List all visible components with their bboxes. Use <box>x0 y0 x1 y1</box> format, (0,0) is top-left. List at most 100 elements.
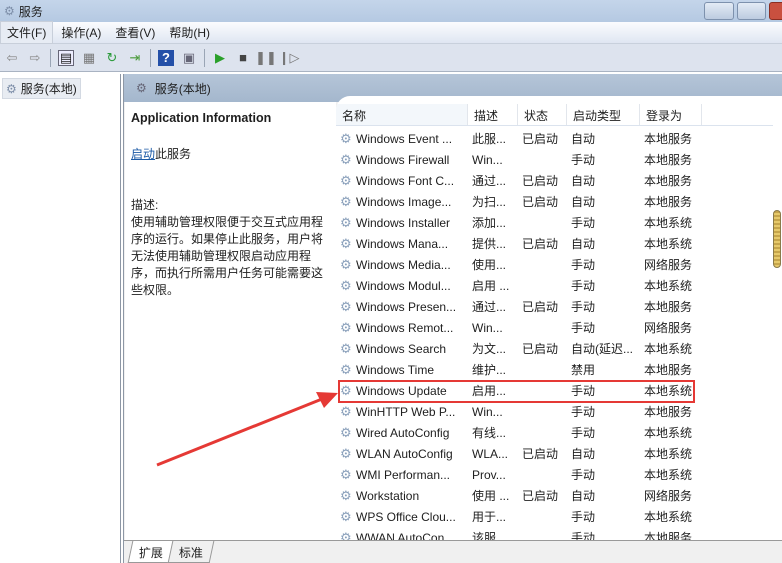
services-panel: ⚙ 服务(本地) Application Information 启动此服务 描… <box>123 74 782 563</box>
vertical-scrollbar[interactable] <box>771 96 782 540</box>
service-startup-type: 自动 <box>571 195 596 209</box>
service-startup-type: 手动 <box>571 531 596 540</box>
start-icon[interactable]: ▶ <box>212 50 228 66</box>
service-log-on-as: 本地系统 <box>644 510 693 524</box>
action-pane-icon[interactable]: ▣ <box>181 50 197 66</box>
service-row[interactable]: ⚙ Windows Installer 添加... 手动 本地系统 <box>340 212 780 233</box>
service-row[interactable]: ⚙ Windows Time 维护... 禁用 本地服务 <box>340 359 780 380</box>
column-name[interactable]: 名称 <box>336 104 468 125</box>
scrollbar-thumb[interactable] <box>773 210 781 268</box>
service-row[interactable]: ⚙ Workstation 使用 ... 已启动 自动 网络服务 <box>340 485 780 506</box>
service-description: 此服... <box>472 132 507 146</box>
service-startup-type: 自动 <box>571 489 596 503</box>
highlight-box <box>338 380 695 403</box>
service-gear-icon: ⚙ <box>340 214 352 230</box>
column-description[interactable]: 描述 <box>468 104 518 125</box>
service-status: 已启动 <box>522 174 559 188</box>
info-pane: Application Information 启动此服务 描述: 使用辅助管理… <box>125 102 336 540</box>
service-log-on-as: 本地服务 <box>644 300 693 314</box>
menu-view[interactable]: 查看(V) <box>109 22 161 43</box>
services-list: 名称 描述 状态 启动类型 登录为 ⚙ Windows Event ... 此服..… <box>336 96 782 540</box>
pause-icon[interactable]: ❚❚ <box>255 50 277 66</box>
service-startup-type: 自动 <box>571 447 596 461</box>
service-row[interactable]: ⚙ Windows Media... 使用... 手动 网络服务 <box>340 254 780 275</box>
service-startup-type: 手动 <box>571 300 596 314</box>
service-name: Windows Font C... <box>356 173 455 188</box>
service-row[interactable]: ⚙ Windows Image... 为扫... 已启动 自动 本地服务 <box>340 191 780 212</box>
service-startup-type: 手动 <box>571 321 596 335</box>
service-row[interactable]: ⚙ WPS Office Clou... 用于... 手动 本地系统 <box>340 506 780 527</box>
service-description: 使用 ... <box>472 489 510 503</box>
show-hide-tree-icon[interactable]: ▤ <box>58 49 74 66</box>
service-gear-icon: ⚙ <box>340 529 352 541</box>
export-list-icon[interactable]: ⇥ <box>127 50 143 66</box>
close-button[interactable] <box>769 2 782 20</box>
service-log-on-as: 本地服务 <box>644 195 693 209</box>
service-row[interactable]: ⚙ WWAN AutoCon... 该服... 手动 本地服务 <box>340 527 780 541</box>
service-startup-type: 自动 <box>571 237 596 251</box>
help-icon[interactable]: ? <box>158 49 174 66</box>
service-gear-icon: ⚙ <box>340 151 352 167</box>
gear-icon: ⚙ <box>136 81 147 95</box>
service-row[interactable]: ⚙ Windows Presen... 通过... 已启动 手动 本地服务 <box>340 296 780 317</box>
stop-icon[interactable]: ■ <box>235 50 251 66</box>
column-startup-type[interactable]: 启动类型 <box>567 104 640 125</box>
service-row[interactable]: ⚙ WLAN AutoConfig WLA... 已启动 自动 本地系统 <box>340 443 780 464</box>
maximize-button[interactable] <box>737 2 766 20</box>
service-row[interactable]: ⚙ Windows Mana... 提供... 已启动 自动 本地系统 <box>340 233 780 254</box>
service-log-on-as: 本地服务 <box>644 153 693 167</box>
service-name: Windows Image... <box>356 194 452 209</box>
service-gear-icon: ⚙ <box>340 340 352 356</box>
service-status: 已启动 <box>522 489 559 503</box>
service-description: WLA... <box>472 446 509 461</box>
forward-icon[interactable]: ⇨ <box>27 50 43 66</box>
service-description: 维护... <box>472 363 507 377</box>
gear-icon: ⚙ <box>6 81 17 96</box>
refresh-icon[interactable]: ↻ <box>104 50 120 66</box>
menu-help[interactable]: 帮助(H) <box>163 22 216 43</box>
properties-icon[interactable]: ▦ <box>81 50 97 66</box>
service-name: WLAN AutoConfig <box>356 446 453 461</box>
tab-standard[interactable]: 标准 <box>167 541 215 563</box>
service-row[interactable]: ⚙ Windows Search 为文... 已启动 自动(延迟... 本地系统 <box>340 338 780 359</box>
service-name: WMI Performan... <box>356 467 451 482</box>
tree-node-label: 服务(本地) <box>20 82 77 96</box>
service-startup-type: 手动 <box>571 258 596 272</box>
menu-file[interactable]: 文件(F) <box>0 21 54 44</box>
service-name: Windows Event ... <box>356 131 453 146</box>
column-log-on-as[interactable]: 登录为 <box>640 104 702 125</box>
divider <box>204 48 205 67</box>
service-row[interactable]: ⚙ Windows Font C... 通过... 已启动 自动 本地服务 <box>340 170 780 191</box>
service-row[interactable]: ⚙ Windows Remot... Win... 手动 网络服务 <box>340 317 780 338</box>
service-startup-type: 手动 <box>571 426 596 440</box>
service-row[interactable]: ⚙ Windows Firewall Win... 手动 本地服务 <box>340 149 780 170</box>
back-icon[interactable]: ⇦ <box>4 50 20 66</box>
menu-action[interactable]: 操作(A) <box>55 22 107 43</box>
minimize-button[interactable] <box>704 2 734 20</box>
service-row[interactable]: ⚙ WinHTTP Web P... Win... 手动 本地服务 <box>340 401 780 422</box>
service-description: 通过... <box>472 174 507 188</box>
start-service-link[interactable]: 启动 <box>131 147 155 161</box>
service-log-on-as: 本地系统 <box>644 342 693 356</box>
service-log-on-as: 本地系统 <box>644 426 693 440</box>
service-row[interactable]: ⚙ Windows Modul... 启用 ... 手动 本地系统 <box>340 275 780 296</box>
service-gear-icon: ⚙ <box>340 508 352 524</box>
start-suffix: 此服务 <box>155 147 192 161</box>
service-startup-type: 禁用 <box>571 363 596 377</box>
tab-label: 扩展 <box>138 546 163 560</box>
service-row[interactable]: ⚙ Wired AutoConfig 有线... 手动 本地系统 <box>340 422 780 443</box>
service-status: 已启动 <box>522 132 559 146</box>
service-row[interactable]: ⚙ WMI Performan... Prov... 手动 本地系统 <box>340 464 780 485</box>
view-tabs: 扩展 标准 <box>124 540 782 563</box>
service-row[interactable]: ⚙ Windows Event ... 此服... 已启动 自动 本地服务 <box>340 128 780 149</box>
service-startup-type: 手动 <box>571 153 596 167</box>
service-name: WPS Office Clou... <box>356 509 456 524</box>
service-gear-icon: ⚙ <box>340 130 352 146</box>
restart-icon[interactable]: ❙▷ <box>279 50 300 66</box>
column-status[interactable]: 状态 <box>518 104 567 125</box>
title-bar: ⚙ 服务 <box>0 0 782 22</box>
divider <box>150 48 151 67</box>
service-description: 启用 ... <box>472 279 510 293</box>
service-startup-type: 自动(延迟... <box>571 342 633 356</box>
tree-node-services-local[interactable]: ⚙ 服务(本地) <box>2 78 81 99</box>
